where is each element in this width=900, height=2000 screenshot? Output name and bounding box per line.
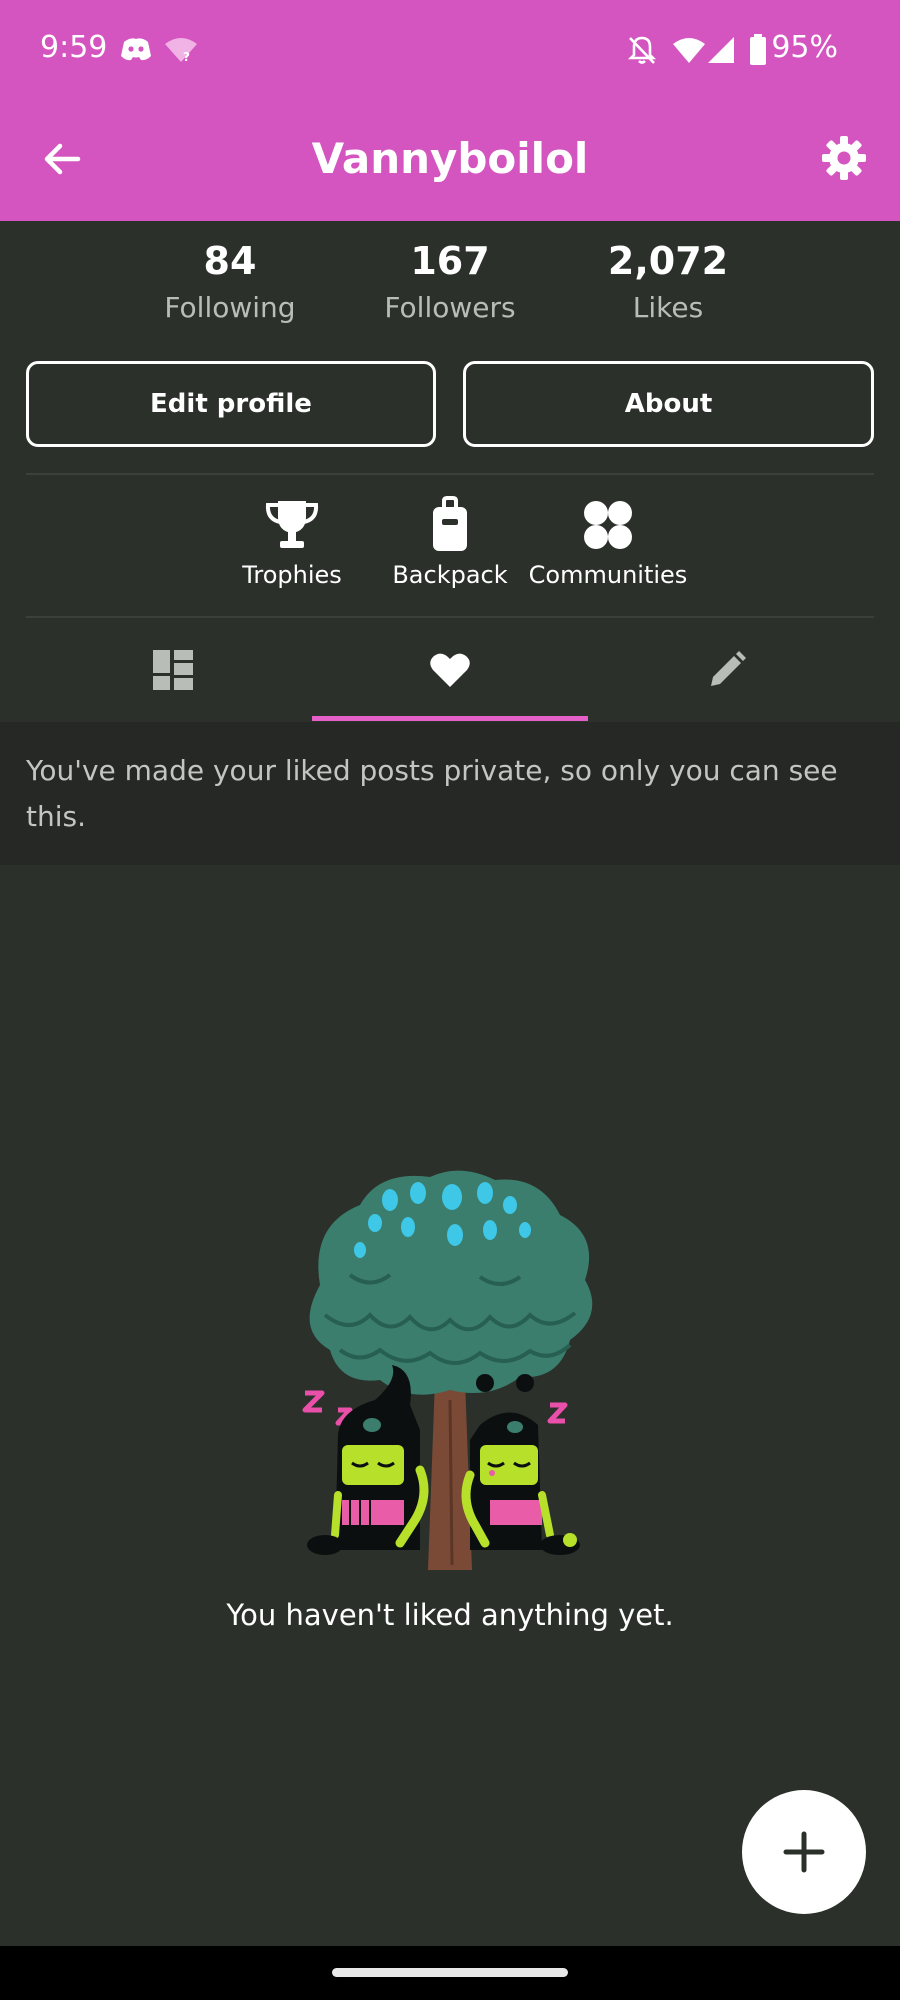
sleeping-under-tree-illustration bbox=[302, 1170, 593, 1570]
profile-title: Vannyboilol bbox=[311, 134, 589, 183]
communities-shortcut[interactable]: Communities bbox=[523, 495, 693, 589]
top-bar: 9:59 ? 95% Vannyboilol bbox=[0, 0, 900, 221]
communities-icon bbox=[584, 501, 632, 549]
app-bar: Vannyboilol bbox=[0, 110, 900, 210]
backpack-label: Backpack bbox=[392, 561, 508, 589]
stat-followers-label: Followers bbox=[384, 291, 516, 324]
tab-indicator bbox=[312, 716, 588, 721]
battery-icon bbox=[750, 34, 766, 65]
divider bbox=[26, 616, 874, 618]
plus-icon bbox=[783, 1831, 825, 1873]
bell-off-icon bbox=[627, 36, 657, 64]
battery-percent: 95% bbox=[771, 30, 838, 65]
stat-likes-value: 2,072 bbox=[607, 239, 729, 283]
stat-likes[interactable]: 2,072 Likes bbox=[568, 236, 768, 330]
trophies-label: Trophies bbox=[242, 561, 342, 589]
wifi-question-icon: ? bbox=[165, 38, 197, 64]
stat-following-label: Following bbox=[164, 291, 296, 324]
private-notice: You've made your liked posts private, so… bbox=[0, 722, 900, 865]
posts-grid-icon bbox=[152, 650, 193, 690]
heart-icon bbox=[429, 653, 470, 687]
status-time: 9:59 bbox=[40, 30, 108, 65]
edit-profile-button[interactable]: Edit profile bbox=[26, 361, 436, 447]
tab-drafts[interactable] bbox=[588, 620, 865, 720]
stat-followers-value: 167 bbox=[410, 239, 490, 283]
profile-stats: 84 Following 167 Followers 2,072 Likes bbox=[0, 236, 900, 336]
private-notice-text: You've made your liked posts private, so… bbox=[26, 754, 838, 833]
trophies-shortcut[interactable]: Trophies bbox=[207, 495, 377, 589]
signal-icon bbox=[708, 37, 734, 63]
create-post-fab[interactable] bbox=[742, 1790, 866, 1914]
status-bar: 9:59 ? 95% bbox=[0, 0, 900, 100]
pencil-icon bbox=[710, 651, 746, 686]
about-button[interactable]: About bbox=[463, 361, 874, 447]
svg-text:?: ? bbox=[183, 50, 190, 64]
tab-likes[interactable] bbox=[311, 620, 588, 720]
backpack-shortcut[interactable]: Backpack bbox=[365, 495, 535, 589]
divider bbox=[26, 473, 874, 475]
stat-likes-label: Likes bbox=[632, 291, 704, 324]
discord-icon bbox=[121, 38, 151, 61]
stat-following-value: 84 bbox=[203, 239, 257, 283]
gear-icon[interactable] bbox=[818, 132, 870, 184]
trophy-icon bbox=[265, 501, 319, 548]
communities-label: Communities bbox=[528, 561, 688, 589]
backpack-icon bbox=[433, 496, 467, 551]
wifi-icon bbox=[673, 38, 705, 63]
stat-following[interactable]: 84 Following bbox=[130, 236, 330, 330]
empty-state-message: You haven't liked anything yet. bbox=[226, 1598, 674, 1632]
stat-followers[interactable]: 167 Followers bbox=[350, 236, 550, 330]
tab-posts[interactable] bbox=[34, 620, 311, 720]
home-gesture-handle[interactable] bbox=[332, 1968, 568, 1977]
